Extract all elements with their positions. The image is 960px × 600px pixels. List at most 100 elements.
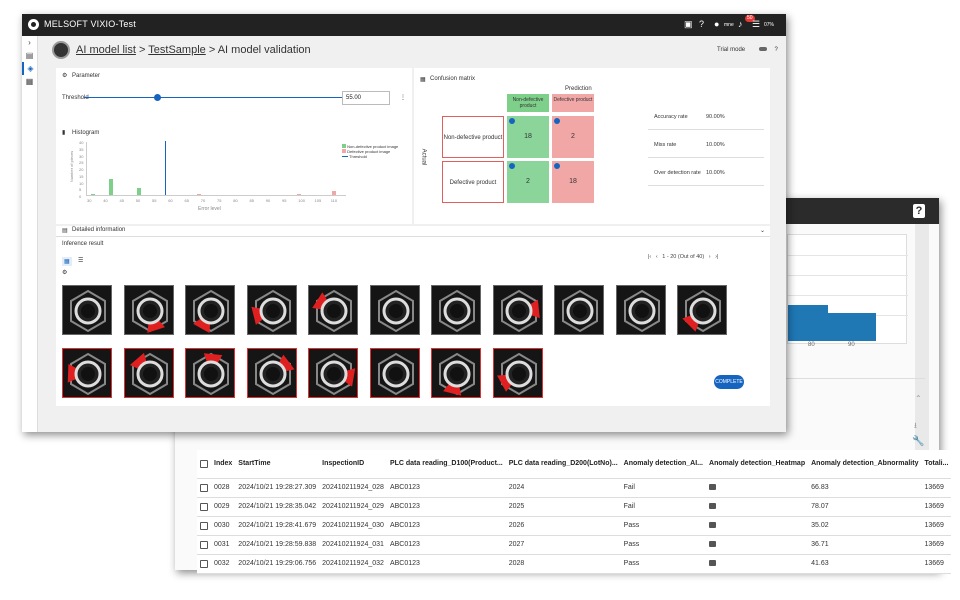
heatmap-cell[interactable] [706,497,809,517]
nut-image [193,289,229,333]
inference-tile[interactable] [677,285,727,335]
row-checkbox[interactable] [197,535,211,555]
bell-icon[interactable]: ♪ [738,19,743,29]
cm-cell[interactable]: 18 [507,116,549,158]
image-icon[interactable] [709,540,717,547]
row-checkbox[interactable] [197,478,211,498]
threshold-slider[interactable] [84,97,342,98]
heatmap-cell[interactable] [706,554,809,574]
inference-tile[interactable] [62,285,112,335]
trial-toggle[interactable] [758,47,767,51]
col-header[interactable]: Anomaly detection_Heatmap [706,450,809,479]
col-header[interactable]: PLC data reading_D100(Product... [386,450,506,479]
inference-tile[interactable] [431,285,481,335]
settings-icon[interactable]: ⚙ [62,269,67,276]
table-cell: 0030 [211,516,236,536]
breadcrumb-ai-model-list[interactable]: AI model list [76,44,136,56]
layers-icon[interactable]: ◈ [22,62,37,75]
col-header[interactable]: Anomaly detection_Abnormality [808,450,922,479]
col-header[interactable]: StartTime [235,450,320,479]
grid-view-icon[interactable]: ▦ [62,257,72,266]
complete-button[interactable]: COMPLETE [714,375,744,389]
inference-tile[interactable] [492,285,543,335]
table-row[interactable]: 0030 2024/10/21 19:28:41.679 202410211924_… [197,516,952,536]
detail-title[interactable]: Detailed information [72,227,125,233]
inference-tile[interactable] [431,348,481,398]
inference-tile[interactable] [554,285,604,335]
table-cell: ABC0123 [386,535,506,555]
screen-icon[interactable]: ▣ [684,19,693,30]
inference-tile[interactable] [308,348,358,398]
heatmap-cell[interactable] [706,535,809,555]
inference-tile[interactable] [308,285,358,335]
collapse-icon[interactable]: ⌃ [915,394,922,403]
cm-cell[interactable]: 18 [552,161,594,203]
inference-tile[interactable] [185,285,235,335]
col-header[interactable]: Anomaly detection_AI... [620,450,707,479]
user-icon[interactable]: ● [714,19,719,29]
chevron-down-icon[interactable]: ⌄ [760,227,765,234]
image-icon[interactable] [709,502,717,509]
menu-icon[interactable]: ☰ [752,19,760,30]
inference-tile[interactable] [123,285,174,335]
select-all-checkbox[interactable] [197,450,211,479]
help-icon[interactable]: ? [774,47,777,53]
table-cell: 0028 [211,478,236,498]
inference-tile[interactable] [369,348,420,398]
prev-page-icon[interactable]: ‹ [656,254,658,260]
inference-tile[interactable] [123,348,174,398]
first-page-icon[interactable]: |‹ [648,254,651,260]
cm-cell[interactable]: 2 [507,161,549,203]
nut-image [377,352,414,396]
list-view-icon[interactable]: ☰ [78,257,83,264]
help-icon[interactable]: ? [913,204,925,218]
inference-tile[interactable] [246,285,297,335]
row-checkbox[interactable] [197,497,211,517]
heatmap-cell[interactable] [706,478,809,498]
table-row[interactable]: 0029 2024/10/21 19:28:35.042 202410211924_… [197,497,952,517]
image-icon[interactable] [709,521,717,528]
inference-tile[interactable] [369,285,420,335]
inference-tile[interactable] [185,348,235,398]
inference-tile[interactable] [246,348,297,398]
histogram-bar [332,190,336,195]
table-row[interactable]: 0032 2024/10/21 19:29:06.756 202410211924_… [197,554,952,574]
row-checkbox[interactable] [197,516,211,536]
histogram-legend: Non-defective product image Defective pr… [342,144,398,159]
check-icon [509,118,515,124]
histogram-x-tick: 90 [265,198,271,203]
col-header[interactable]: InspectionID [319,450,387,479]
histogram-x-tick: 95 [282,198,287,203]
histogram-icon: ▮ [62,130,66,136]
table-row[interactable]: 0031 2024/10/21 19:28:59.838 202410211924_… [197,535,952,555]
heatmap-cell[interactable] [706,516,809,536]
histogram-y-tick: 20 [79,167,84,172]
expand-icon[interactable]: › [22,36,37,49]
inference-tile[interactable] [62,348,112,398]
more-icon[interactable]: ⋮ [400,94,406,101]
threshold-slider-handle[interactable] [154,94,161,101]
help-icon[interactable]: ? [699,19,704,29]
table-cell: 78.07 [808,497,922,517]
next-page-icon[interactable]: › [709,254,711,260]
col-header[interactable]: Totali... [921,450,952,479]
cm-cell[interactable]: 2 [552,116,594,158]
inference-tile[interactable] [615,285,666,335]
database-icon[interactable]: ▤ [22,49,37,62]
nut-image [131,289,168,333]
download-icon[interactable]: ⭳ [914,420,917,434]
col-header[interactable]: PLC data reading_D200(LotNo)... [505,450,621,479]
inference-tile[interactable] [492,348,543,398]
wrench-icon[interactable]: 🔧 [912,436,924,447]
metric-accuracy: Accuracy rate 90.00% [648,104,764,130]
last-page-icon[interactable]: ›| [715,254,718,260]
row-checkbox[interactable] [197,554,211,574]
col-header[interactable]: Index [211,450,236,479]
image-icon[interactable] [709,483,717,490]
breadcrumb-testsample[interactable]: TestSample [148,44,205,56]
table-row[interactable]: 0028 2024/10/21 19:28:27.309 2024102119​24… [197,478,952,498]
threshold-input[interactable]: 55.00 [342,91,390,105]
report-icon[interactable]: ▦ [22,75,37,88]
metric-label: Over detection rate [654,170,701,176]
image-icon[interactable] [709,559,717,566]
